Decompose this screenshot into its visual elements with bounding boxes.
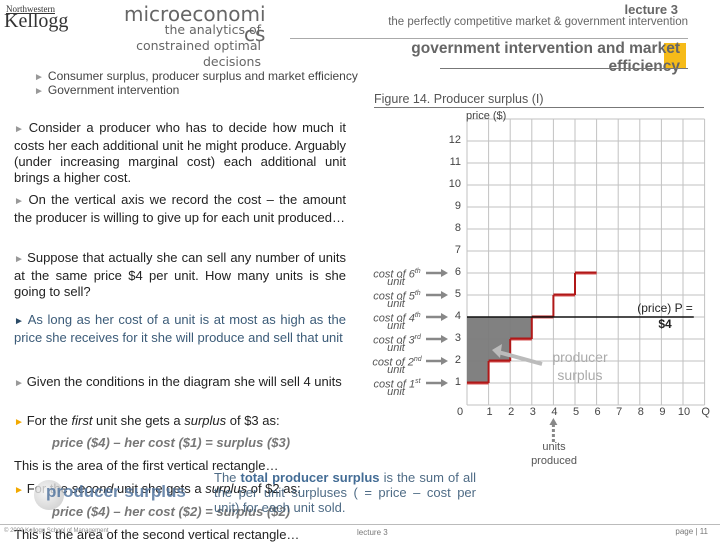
- x-tick-label: 9: [659, 406, 666, 418]
- cost-label-unit: unit: [387, 386, 405, 398]
- units-arrow-head: [549, 418, 558, 425]
- y-tick-label: 12: [448, 134, 461, 146]
- x-tick-label: 4: [551, 406, 558, 418]
- y-tick-label: 4: [454, 310, 461, 322]
- x-tick-label: 1: [486, 406, 493, 418]
- y-tick-label: 1: [454, 376, 461, 388]
- price-annotation: (price) P = $4: [620, 300, 710, 332]
- x-tick-label: 7: [616, 406, 623, 418]
- units-produced-label: units produced: [531, 441, 577, 467]
- x-tick-label: 2: [508, 406, 515, 418]
- y-tick-label: 6: [454, 266, 461, 278]
- producer-surplus-chart: [426, 118, 706, 442]
- footer-divider: [0, 524, 720, 525]
- cost-label-unit: unit: [387, 298, 405, 310]
- y-tick-label: 9: [454, 200, 461, 212]
- price-annotation-value: $4: [658, 317, 672, 331]
- x-tick-label: Q: [701, 406, 710, 418]
- y-tick-label: 10: [448, 178, 461, 190]
- cost-label-unit: unit: [387, 320, 405, 332]
- y-tick-label: 5: [454, 288, 461, 300]
- cost-label-unit: unit: [387, 276, 405, 288]
- x-tick-label: 6: [594, 406, 601, 418]
- x-tick-label: 3: [529, 406, 536, 418]
- y-tick-label: 8: [454, 222, 461, 234]
- footer-lecture: lecture 3: [357, 528, 388, 537]
- cost-label-unit: unit: [387, 364, 405, 376]
- x-tick-label: 8: [637, 406, 644, 418]
- cost-label-unit: unit: [387, 342, 405, 354]
- y-tick-label: 11: [449, 156, 461, 168]
- producer-surplus-label: producer surplus: [552, 349, 608, 383]
- x-tick-label: 0: [456, 406, 464, 418]
- x-tick-label: 10: [677, 406, 691, 418]
- footer-copyright: © 2009 Kellogg School of Management: [4, 528, 109, 534]
- x-tick-label: 5: [572, 406, 580, 418]
- y-tick-label: 7: [454, 244, 461, 256]
- footer-page-number: page | 11: [675, 527, 708, 536]
- y-tick-label: 3: [454, 332, 461, 344]
- y-axis-label: price ($): [466, 110, 507, 122]
- price-annotation-text: (price) P =: [637, 301, 693, 315]
- y-tick-label: 2: [454, 354, 461, 366]
